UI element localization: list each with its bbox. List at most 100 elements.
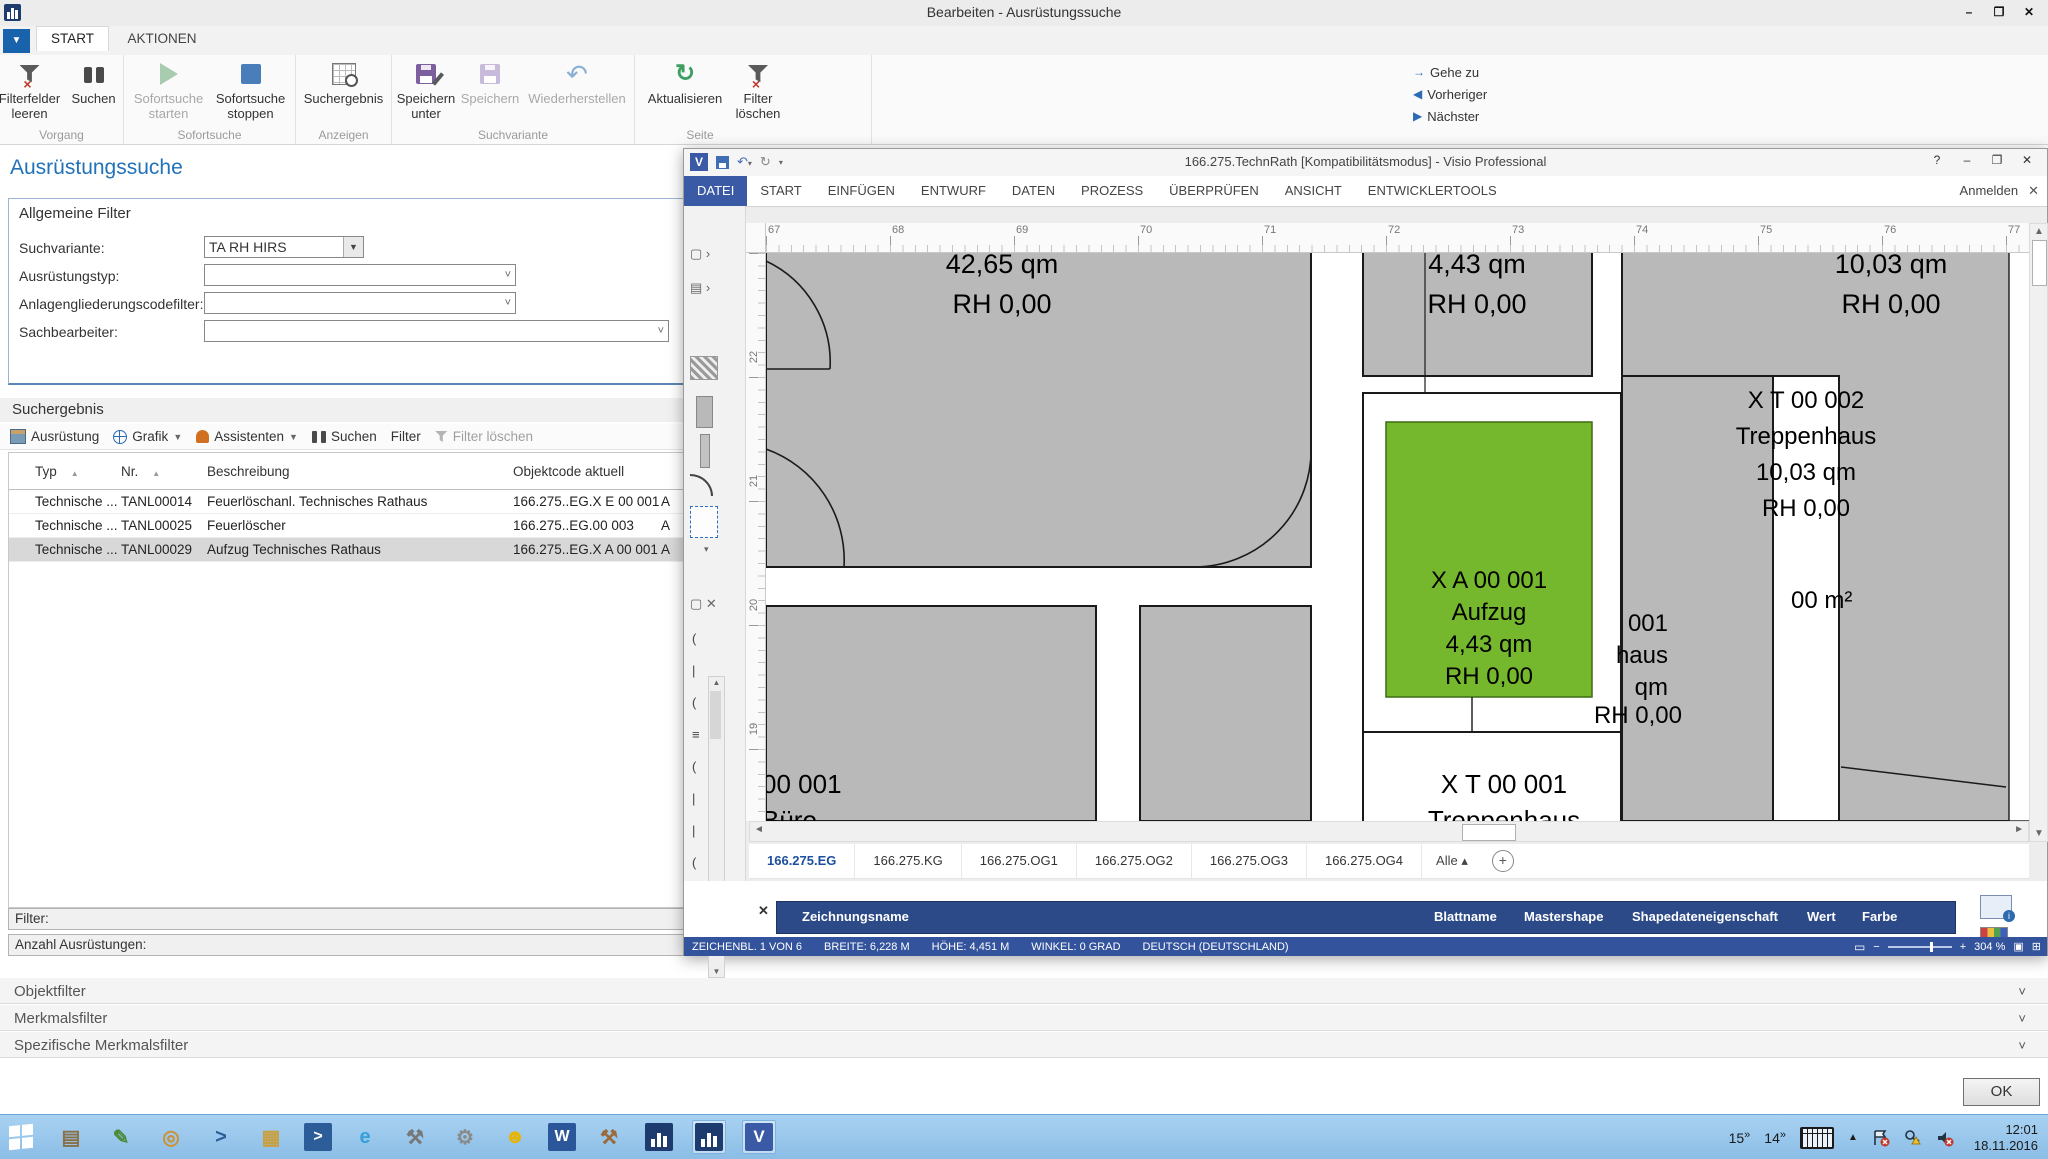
help-button[interactable]: ? [1923,153,1951,167]
tray-count-2[interactable]: 14» [1764,1130,1786,1146]
ausruestungstyp-combobox[interactable]: ˅ [204,264,516,286]
minimize-button[interactable]: – [1953,153,1981,167]
keyboard-icon[interactable] [1800,1127,1834,1149]
document-search-icon[interactable]: ◎ [154,1120,188,1154]
zoom-out-icon[interactable]: − [1873,941,1879,953]
vorheriger-button[interactable]: ◀Vorheriger [1413,83,1509,105]
section-merkmalsfilter[interactable]: Merkmalsfilter˅ [0,1004,2048,1031]
table-row[interactable]: Technische ...TANL00029Aufzug Technische… [9,538,689,562]
file-cabinet-icon[interactable]: ▦ [254,1120,288,1154]
ausruestung-button[interactable]: Ausrüstung [10,429,99,444]
remote-tools-icon[interactable]: ⚒ [398,1120,432,1154]
speichern-button[interactable]: Speichern [461,59,519,121]
dynamics-nav-icon[interactable] [642,1120,676,1154]
stencil-shape[interactable]: | [692,823,695,838]
column-header[interactable]: Blattname [1434,909,1497,924]
page-tab-alle[interactable]: Alle ▴ [1422,853,1482,869]
status-item[interactable]: ZEICHENBL. 1 VON 6 [692,941,802,953]
tab-einfgen[interactable]: EINFÜGEN [815,176,908,206]
security-app-icon[interactable]: ☻ [498,1120,532,1154]
scrollbar-thumb[interactable] [2032,240,2047,286]
folder-tools-icon[interactable]: ✎ [104,1120,138,1154]
filter-loeschen-button[interactable]: × Filter löschen [729,59,787,121]
section-objektfilter[interactable]: Objektfilter˅ [0,977,2048,1004]
internet-explorer-icon[interactable]: e [348,1120,382,1154]
chevron-down-icon[interactable]: ˅ [505,265,511,285]
filterfelder-leeren-button[interactable]: × Filterfelder leeren [1,59,59,121]
drawing-canvas[interactable]: 42,65 qm RH 0,00 4,43 qm RH 0,00 X A 00 … [766,253,2029,821]
window-panel-icon[interactable]: ▢ › [690,246,710,262]
wall-master-shape[interactable] [690,356,718,380]
powershell-icon[interactable]: > [304,1123,332,1151]
column-header[interactable]: Shapedateneigenschaft [1632,909,1778,924]
sofortsuche-starten-button[interactable]: Sofortsuche starten [131,59,207,121]
shape-info-icon[interactable]: i [1980,895,2012,919]
dynamics-nav-icon-2[interactable] [692,1120,726,1154]
tab-daten[interactable]: DATEN [999,176,1068,206]
action-center-flag-icon[interactable] [1872,1129,1890,1147]
column-nr[interactable]: Nr.▲ [121,464,207,479]
start-button[interactable] [4,1120,38,1154]
suchergebnis-section-header[interactable]: Suchergebnis [0,398,690,422]
scroll-up-icon[interactable]: ▲ [709,678,724,687]
column-header[interactable]: Zeichnungsname [802,909,909,924]
stencil-shape[interactable]: ( [692,855,696,870]
deployment-icon[interactable]: ⚒ [592,1120,626,1154]
server-manager-icon[interactable]: ▤ [54,1120,88,1154]
expand-icon[interactable]: ⊞ [2032,940,2041,953]
column-header[interactable]: Farbe [1862,909,1897,924]
status-item[interactable]: HÖHE: 4,451 M [932,941,1010,953]
tab-entwurf[interactable]: ENTWURF [908,176,999,206]
tab-start[interactable]: START [36,26,109,51]
stencil-icon[interactable]: ▤ › [690,280,710,296]
page-tab-166275eg[interactable]: 166.275.EG [749,844,855,878]
scroll-up-icon[interactable]: ▲ [2034,226,2044,237]
suchen-button[interactable]: Suchen [65,59,123,121]
ok-button[interactable]: OK [1963,1078,2040,1106]
column-beschreibung[interactable]: Beschreibung [207,464,513,479]
naechster-button[interactable]: ▶Nächster [1413,105,1509,127]
column-typ[interactable]: Typ▲ [9,464,121,479]
stencil-shape[interactable]: | [692,663,695,678]
status-item[interactable]: DEUTSCH (DEUTSCHLAND) [1143,941,1289,953]
close-button[interactable]: ✕ [2014,3,2044,22]
tab-datei[interactable]: DATEI [684,176,747,206]
add-page-button[interactable]: + [1492,850,1514,872]
stencil-shape[interactable]: ( [692,631,696,646]
table-row[interactable]: Technische ...TANL00014Feuerlöschanl. Te… [9,490,689,514]
close-icon[interactable]: ✕ [758,903,769,919]
horizontal-scrollbar[interactable]: ◄ ► [749,821,2029,842]
room-bottom-shape[interactable] [1140,606,1311,821]
stencil-shape[interactable]: ≡ [692,727,700,742]
sachbearbeiter-combobox[interactable]: ˅ [204,320,669,342]
speichern-unter-button[interactable]: Speichern unter [397,59,455,121]
scroll-down-icon[interactable]: ▼ [2034,828,2044,839]
page-tab-166275kg[interactable]: 166.275.KG [855,844,961,878]
sign-in[interactable]: Anmelden✕ [1960,176,2039,206]
tab-prozess[interactable]: PROZESS [1068,176,1156,206]
close-icon[interactable]: ✕ [2028,183,2039,198]
chevron-down-icon[interactable]: ˅ [658,321,664,341]
column-header[interactable]: Wert [1807,909,1836,924]
table-row[interactable]: Technische ...TANL00025Feuerlöscher166.2… [9,514,689,538]
stencil-shape[interactable]: ( [692,759,696,774]
word-icon[interactable]: W [548,1123,576,1151]
fit-page-icon[interactable]: ▣ [2013,940,2023,953]
filter-loeschen-button[interactable]: Filter löschen [435,429,533,444]
status-item[interactable]: BREITE: 6,228 M [824,941,910,953]
suchergebnis-button[interactable]: Suchergebnis [296,59,391,106]
space-master-shape[interactable] [696,396,713,428]
zoom-in-icon[interactable]: + [1960,941,1966,953]
aktualisieren-button[interactable]: ↻ Aktualisieren [647,59,723,121]
chevron-down-icon[interactable]: ▼ [343,237,363,257]
panel-close-icon[interactable]: ▢ ✕ [690,596,717,612]
close-button[interactable]: ✕ [2013,153,2041,167]
clock[interactable]: 12:01 18.11.2016 [1974,1122,2038,1154]
column-header[interactable]: Mastershape [1524,909,1603,924]
suchen-button[interactable]: Suchen [312,429,377,444]
tray-count-1[interactable]: 15» [1729,1130,1751,1146]
chevron-down-icon[interactable]: ˅ [505,293,511,313]
sofortsuche-stoppen-button[interactable]: Sofortsuche stoppen [213,59,289,121]
assistenten-button[interactable]: Assistenten▼ [196,429,298,444]
tab-aktionen[interactable]: AKTIONEN [113,27,210,51]
